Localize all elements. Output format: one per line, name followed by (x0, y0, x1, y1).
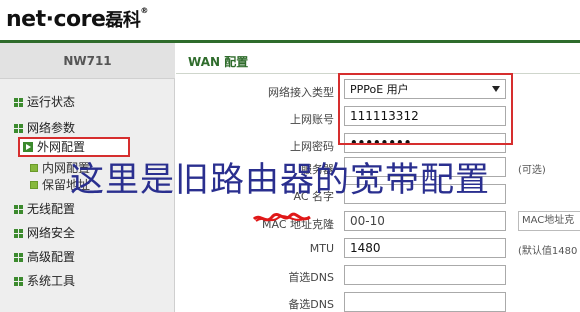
menu-grid-icon (14, 253, 23, 262)
mtu-default-note: (默认值1480 (518, 246, 578, 257)
highlight-box (338, 73, 513, 145)
sidebar-item-wireless[interactable]: 无线配置 (0, 198, 175, 220)
sidebar-item-label: 网络安全 (27, 226, 76, 240)
primary-dns-input[interactable] (344, 265, 506, 285)
sidebar-item-label: 高级配置 (27, 250, 76, 264)
access-type-label: 网络接入类型 (268, 86, 334, 99)
menu-grid-icon (14, 124, 23, 133)
header: net·core磊科® (0, 0, 580, 40)
sidebar-item-label: 系统工具 (27, 274, 76, 288)
secondary-dns-label: 备选DNS (288, 298, 334, 311)
logo-reg: ® (140, 6, 148, 15)
account-label: 上网账号 (290, 113, 334, 126)
mtu-input[interactable]: 1480 (344, 238, 506, 258)
bullet-icon (30, 164, 38, 172)
mtu-label: MTU (309, 242, 334, 255)
logo-cn: 磊科 (105, 10, 141, 31)
sidebar-item-label: 无线配置 (27, 202, 76, 216)
sidebar-item-network[interactable]: 网络参数 (0, 117, 175, 139)
bullet-icon (30, 181, 38, 189)
sidebar-item-label: 网络参数 (27, 121, 76, 135)
optional-note: (可选) (518, 165, 546, 176)
arrow-right-icon (23, 142, 33, 152)
sidebar-item-status[interactable]: 运行状态 (0, 91, 175, 113)
mac-clone-button[interactable]: MAC地址克 (518, 211, 580, 231)
menu-grid-icon (14, 277, 23, 286)
sidebar-item-advanced[interactable]: 高级配置 (0, 246, 175, 268)
brand-logo: net·core磊科® (6, 6, 148, 32)
sidebar-item-security[interactable]: 网络安全 (0, 222, 175, 244)
page-title: WAN 配置 (188, 55, 249, 69)
menu-grid-icon (14, 98, 23, 107)
primary-dns-label: 首选DNS (288, 271, 334, 284)
sidebar-item-label: 运行状态 (27, 95, 76, 109)
menu-grid-icon (14, 229, 23, 238)
logo-text: net·core (6, 7, 106, 32)
sidebar-item-tools[interactable]: 系统工具 (0, 270, 175, 292)
annotation-text: 这里是旧路由器的宽带配置 (70, 160, 490, 200)
secondary-dns-input[interactable] (344, 292, 506, 312)
menu-grid-icon (14, 205, 23, 214)
model-name: NW711 (0, 43, 175, 79)
mac-clone-input[interactable]: 00-10 (344, 211, 506, 231)
redaction-scribble (252, 212, 311, 222)
